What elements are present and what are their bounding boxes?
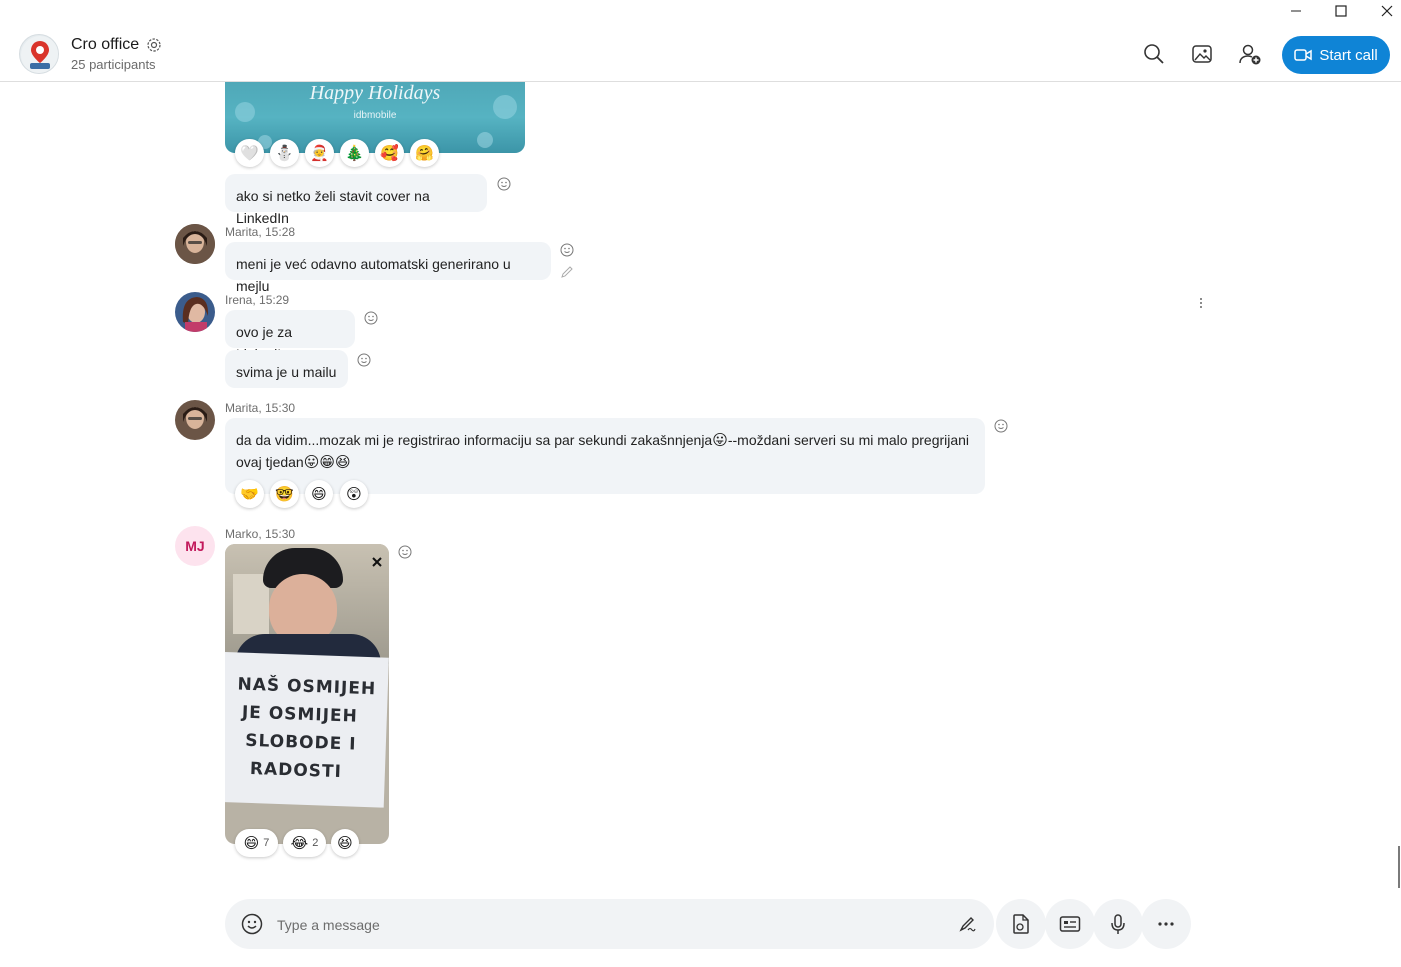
chat-title[interactable]: Cro office xyxy=(71,36,139,54)
add-reaction-icon[interactable] xyxy=(398,545,412,559)
reaction-chip[interactable]: 🤗 xyxy=(410,139,439,167)
start-call-button[interactable]: Start call xyxy=(1282,36,1390,74)
contact-card-icon xyxy=(1059,916,1081,932)
file-icon xyxy=(1013,914,1029,934)
inline-emoji: 😛 xyxy=(303,453,320,471)
voice-message-button[interactable] xyxy=(1093,899,1143,949)
inline-emoji: 😁 xyxy=(319,453,335,471)
contact-card-button[interactable] xyxy=(1045,899,1095,949)
inline-emoji: 😛 xyxy=(712,431,728,449)
participants-count[interactable]: 25 participants xyxy=(71,57,156,72)
chat-header xyxy=(0,0,1401,82)
group-avatar[interactable] xyxy=(19,34,59,74)
reaction-chip[interactable]: ⛄ xyxy=(270,139,299,167)
holiday-image[interactable]: Happy Holidays idbmobile xyxy=(225,82,525,153)
reaction-chip[interactable]: 🥰 xyxy=(375,139,404,167)
message-text: ovaj tjedan xyxy=(236,454,304,470)
reaction-chip[interactable]: 🤝 xyxy=(235,480,264,508)
message-bubble[interactable]: meni je već odavno automatski generirano… xyxy=(225,242,551,294)
avatar-marita[interactable] xyxy=(175,400,215,440)
inline-emoji: 😆 xyxy=(335,453,351,471)
file-share-button[interactable] xyxy=(996,899,1046,949)
message-bubble[interactable]: da da vidim...mozak mi je registrirao in… xyxy=(225,418,985,494)
shared-photo[interactable]: AS NAŠ OSMIJEH JE OSMIJEH SLOBODE I RADO… xyxy=(225,544,389,844)
avatar-irena[interactable] xyxy=(175,292,215,332)
message-meta: Marita, 15:28 xyxy=(225,225,296,239)
more-options-icon[interactable] xyxy=(1198,297,1204,309)
message-text: --moždani serveri su mi malo pregrijani xyxy=(727,432,970,448)
add-reaction-icon[interactable] xyxy=(994,419,1008,433)
close-icon xyxy=(372,557,382,567)
message-bubble[interactable]: ako si netko želi stavit cover na Linked… xyxy=(225,174,487,226)
avatar-photo xyxy=(175,400,215,440)
message-text: da da vidim...mozak mi je registrirao in… xyxy=(236,432,713,448)
reaction-chip[interactable]: 😲 xyxy=(340,480,368,508)
emoji-icon[interactable] xyxy=(240,912,264,936)
avatar-photo xyxy=(175,224,215,264)
avatar-photo xyxy=(175,292,215,332)
add-reaction-icon[interactable] xyxy=(560,243,574,257)
reaction-chip[interactable]: 🤍 xyxy=(235,139,264,167)
gallery-icon[interactable] xyxy=(1190,42,1214,66)
message-meta: Irena, 15:29 xyxy=(225,293,290,307)
settings-gear-icon[interactable] xyxy=(146,37,162,58)
reaction-chip[interactable]: 😄 xyxy=(305,480,333,508)
message-input[interactable] xyxy=(275,912,929,938)
avatar-marko[interactable]: MJ xyxy=(175,526,215,566)
edit-pencil-icon[interactable] xyxy=(560,265,574,279)
video-call-icon xyxy=(1294,49,1313,61)
photo-sign: NAŠ OSMIJEH JE OSMIJEH SLOBODE I RADOSTI xyxy=(225,652,389,808)
reaction-chip[interactable]: 😂 2 xyxy=(283,829,326,857)
add-people-icon[interactable] xyxy=(1238,42,1262,66)
avatar-marita[interactable] xyxy=(175,224,215,264)
more-options-button[interactable] xyxy=(1141,899,1191,949)
reaction-chip[interactable]: 🤓 xyxy=(270,480,299,508)
snowflakes-decoration xyxy=(235,95,517,149)
add-reaction-icon[interactable] xyxy=(497,177,511,191)
more-icon xyxy=(1158,922,1174,926)
reaction-chip[interactable]: 😄 7 xyxy=(235,829,278,857)
reaction-chip[interactable]: 🎄 xyxy=(340,139,369,167)
add-reaction-icon[interactable] xyxy=(357,353,371,367)
handwriting-icon[interactable] xyxy=(957,914,977,934)
message-meta: Marko, 15:30 xyxy=(225,527,296,541)
search-icon[interactable] xyxy=(1142,42,1166,66)
scrollbar-thumb[interactable] xyxy=(1398,846,1400,888)
microphone-icon xyxy=(1111,914,1125,934)
reaction-chip[interactable]: 😆 xyxy=(331,829,359,857)
reaction-chip[interactable]: 🧑‍🎄 xyxy=(305,139,334,167)
group-logo-icon xyxy=(21,36,58,73)
message-bubble[interactable]: svima je u mailu xyxy=(225,350,348,388)
start-call-label: Start call xyxy=(1319,46,1378,64)
avatar-initials: MJ xyxy=(185,538,205,554)
message-meta: Marita, 15:30 xyxy=(225,401,296,415)
message-bubble[interactable]: ovo je za LinkedIn xyxy=(225,310,355,362)
add-reaction-icon[interactable] xyxy=(364,311,378,325)
